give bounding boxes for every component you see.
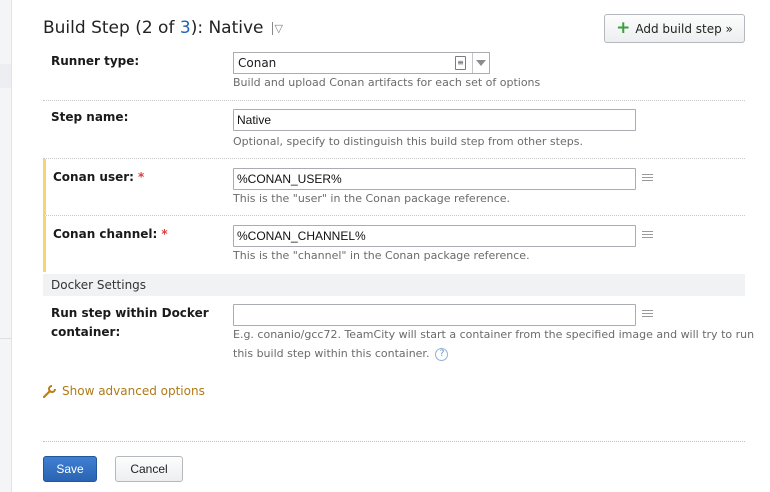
- cancel-button[interactable]: Cancel: [115, 456, 183, 482]
- step-name-hint: Optional, specify to distinguish this bu…: [233, 135, 583, 148]
- chevron-down-icon: ▽: [274, 21, 283, 35]
- menu-divider: [271, 21, 273, 35]
- conan-user-label: Conan user: *: [53, 170, 145, 184]
- docker-image-input[interactable]: [233, 304, 636, 326]
- question-icon[interactable]: ?: [435, 347, 449, 361]
- select-divider: [472, 53, 473, 73]
- docker-hint: E.g. conanio/gcc72. TeamCity will start …: [233, 328, 755, 361]
- left-sidebar: [0, 0, 12, 492]
- save-button[interactable]: Save: [43, 456, 97, 482]
- step-menu-toggle[interactable]: ▽: [271, 21, 283, 35]
- footer-separator: [43, 441, 745, 442]
- runner-type-hint: Build and upload Conan artifacts for eac…: [233, 76, 541, 89]
- plus-icon: +: [616, 18, 631, 38]
- conan-channel-label: Conan channel: *: [53, 227, 168, 241]
- conan-user-hint: This is the "user" in the Conan package …: [233, 192, 511, 205]
- runner-type-value: Conan: [238, 56, 277, 70]
- step-name-label: Step name:: [51, 110, 129, 124]
- sidebar-highlight: [0, 64, 11, 88]
- required-marker: *: [161, 227, 168, 241]
- list-icon[interactable]: [642, 310, 653, 319]
- show-advanced-options-label: Show advanced options: [62, 384, 205, 398]
- wrench-icon: [43, 384, 56, 398]
- step-name-input[interactable]: [233, 109, 636, 131]
- list-icon[interactable]: [642, 174, 653, 183]
- row-separator: [43, 100, 745, 101]
- docker-container-label: Run step within Docker container:: [51, 306, 209, 339]
- runner-type-select[interactable]: Conan ≡: [233, 52, 490, 74]
- add-build-step-label: Add build step »: [635, 21, 733, 36]
- list-icon[interactable]: [642, 231, 653, 240]
- conan-channel-hint: This is the "channel" in the Conan packa…: [233, 249, 530, 262]
- show-advanced-options-link[interactable]: Show advanced options: [43, 384, 205, 398]
- docker-settings-header: Docker Settings: [43, 274, 745, 296]
- required-marker: *: [137, 170, 145, 184]
- dropdown-arrow-icon[interactable]: [476, 60, 486, 66]
- page-header: Build Step (2 of 3): Native ▽: [43, 14, 283, 42]
- document-icon[interactable]: ≡: [455, 56, 466, 70]
- add-build-step-button[interactable]: + Add build step »: [604, 14, 745, 43]
- step-total-link[interactable]: 3: [180, 18, 191, 38]
- conan-channel-input[interactable]: [233, 225, 636, 247]
- sidebar-divider: [0, 338, 11, 339]
- runner-type-label: Runner type:: [51, 54, 140, 68]
- conan-user-input[interactable]: [233, 168, 636, 190]
- page-title: Build Step (2 of 3): Native: [43, 18, 264, 38]
